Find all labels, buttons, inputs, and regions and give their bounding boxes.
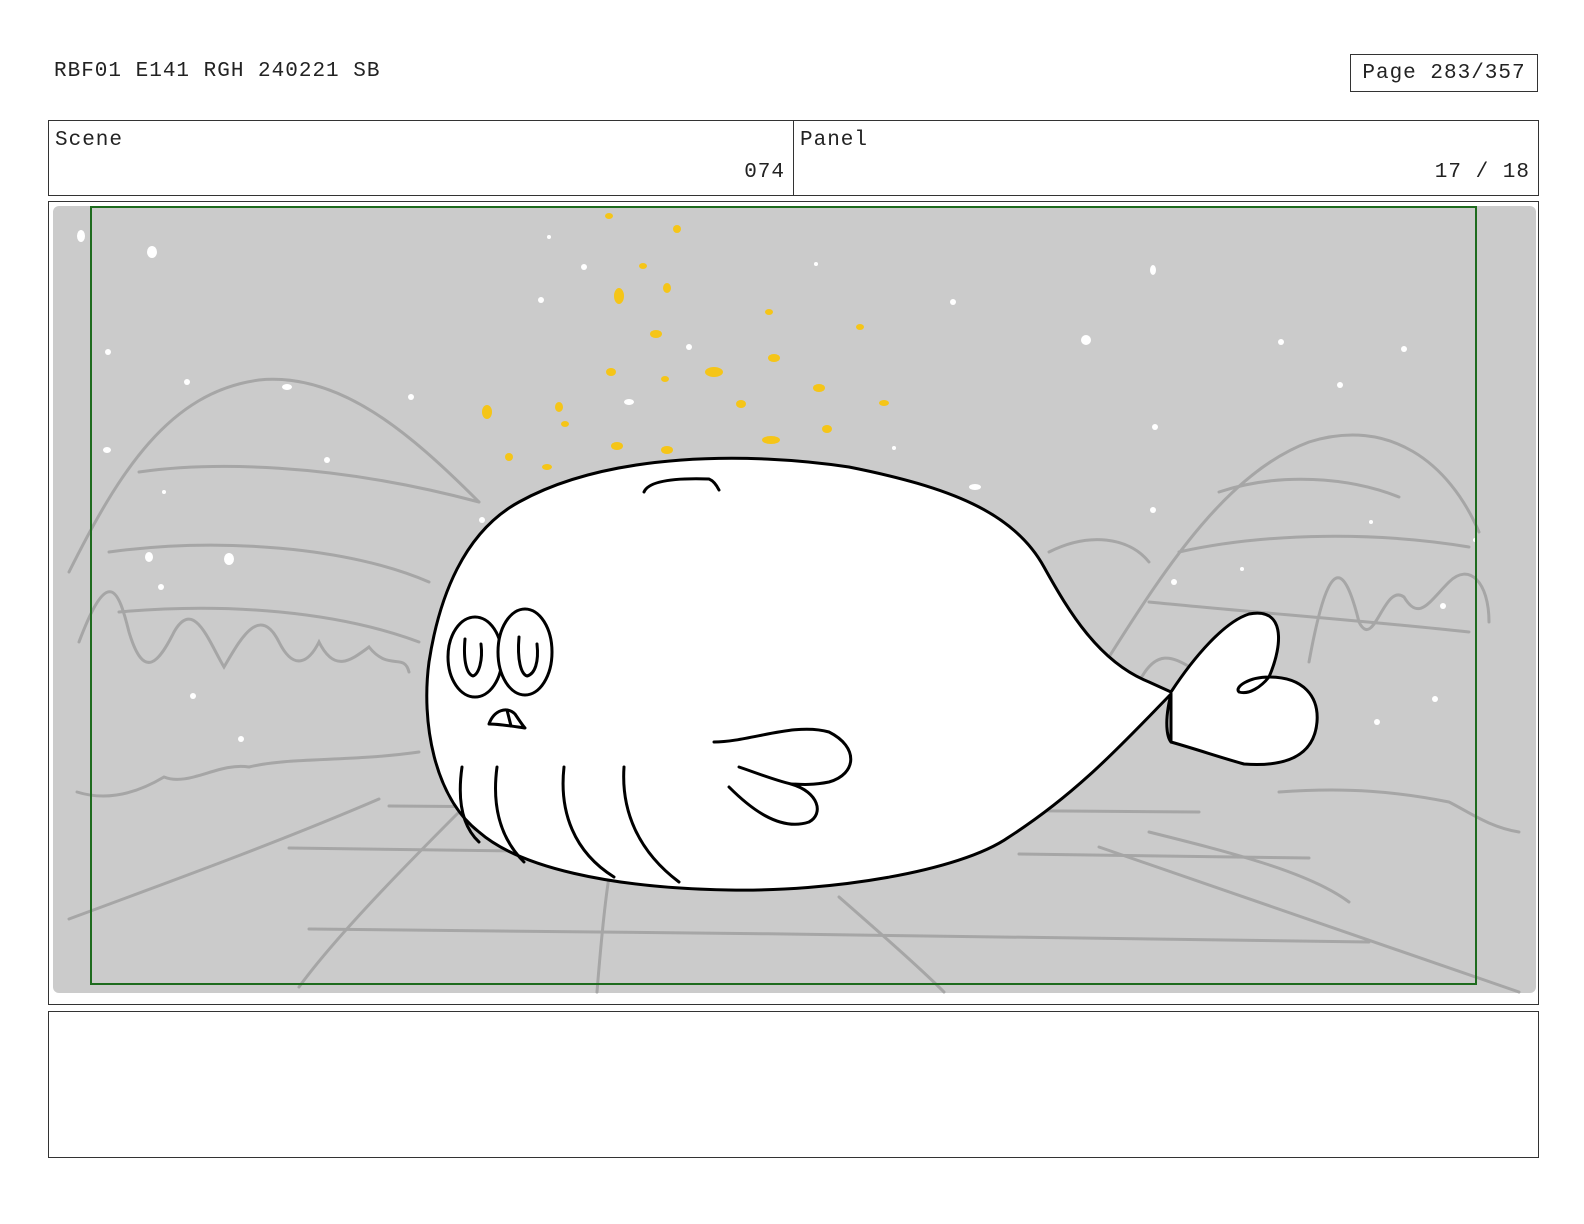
whale-left-eye [446,615,504,699]
scene-cell: Scene 074 [49,121,793,195]
panel-notes-box [48,1011,1539,1158]
scene-panel-info-row: Scene 074 Panel 17 / 18 [48,120,1539,196]
storyboard-panel [48,201,1539,1005]
scene-label: Scene [55,129,124,152]
panel-number: 17 / 18 [1434,161,1530,184]
panel-illustration [53,206,1536,994]
page-number-box: Page 283/357 [1350,54,1538,92]
panel-label: Panel [800,129,869,152]
panel-cell: Panel 17 / 18 [793,121,1538,195]
whale-right-eye [496,607,554,697]
document-title: RBF01 E141 RGH 240221 SB [54,60,381,83]
page-number: Page 283/357 [1362,61,1526,85]
scene-number: 074 [744,161,785,184]
